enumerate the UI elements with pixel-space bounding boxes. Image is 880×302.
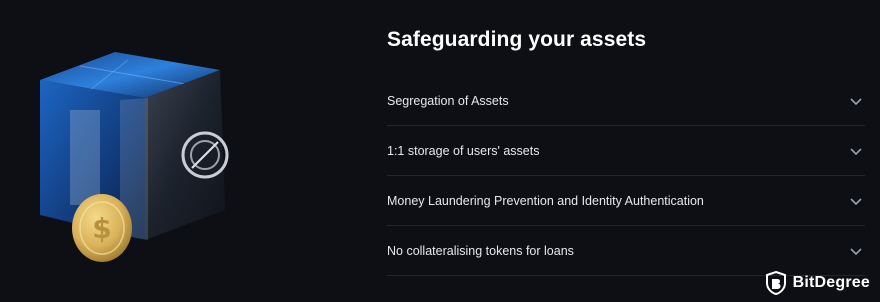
safe-cube-illustration: $ [20,40,270,270]
chevron-down-icon [850,97,862,105]
bitdegree-shield-logo-icon [765,271,786,295]
chevron-down-icon [850,197,862,205]
faq-list: Segregation of Assets 1:1 storage of use… [387,76,865,276]
faq-item-storage[interactable]: 1:1 storage of users' assets [387,126,865,176]
safeguarding-section: Safeguarding your assets Segregation of … [387,26,865,276]
faq-item-label: Money Laundering Prevention and Identity… [387,193,704,208]
faq-item-collateral[interactable]: No collateralising tokens for loans [387,226,865,276]
chevron-down-icon [850,247,862,255]
faq-item-aml[interactable]: Money Laundering Prevention and Identity… [387,176,865,226]
faq-item-label: No collateralising tokens for loans [387,243,574,258]
faq-item-label: Segregation of Assets [387,93,509,108]
chevron-down-icon [850,147,862,155]
svg-text:$: $ [92,212,111,245]
faq-item-segregation[interactable]: Segregation of Assets [387,76,865,126]
brand-name: BitDegree [792,274,870,291]
bitdegree-watermark: BitDegree [765,271,870,295]
section-title: Safeguarding your assets [387,28,647,51]
faq-item-label: 1:1 storage of users' assets [387,143,540,158]
